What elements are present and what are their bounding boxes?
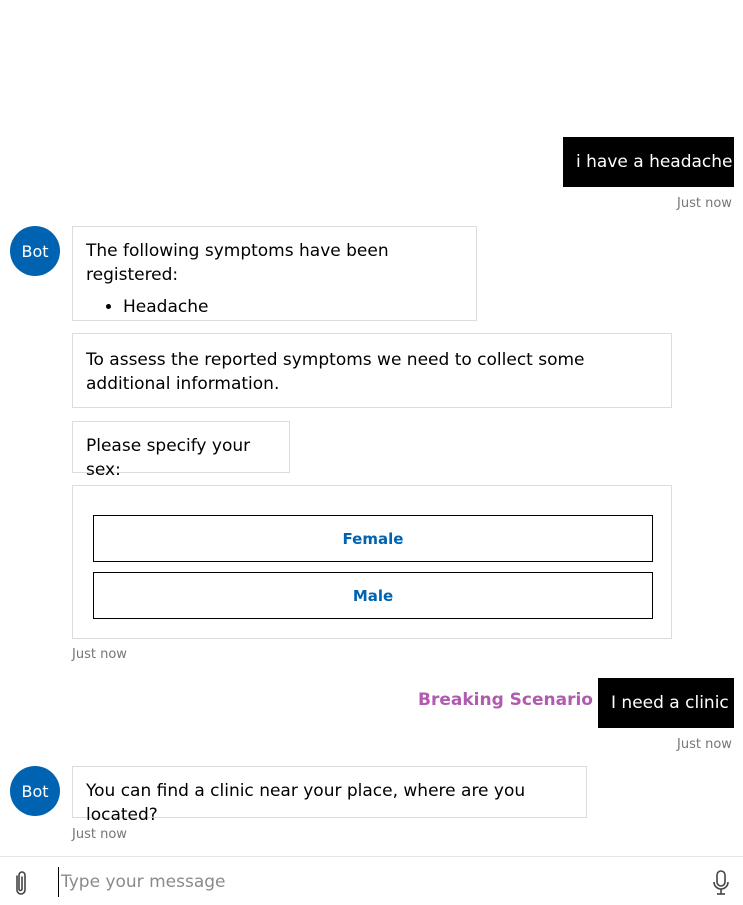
bot-message-text: The following symptoms have been registe… <box>86 241 389 285</box>
female-button-label: Female <box>342 529 404 548</box>
chat-window: i have a headache Just now Bot The follo… <box>0 0 743 905</box>
bot-message-text: To assess the reported symptoms we need … <box>86 350 585 394</box>
bot-avatar: Bot <box>10 766 60 816</box>
female-button[interactable]: Female <box>93 515 653 562</box>
bot-message-card: Please specify your sex: <box>72 421 290 480</box>
user-message-text: I need a clinic <box>611 692 729 713</box>
message-input[interactable] <box>58 867 681 897</box>
male-button-label: Male <box>352 586 394 605</box>
bot-message-card: To assess the reported symptoms we need … <box>72 333 672 408</box>
choice-card: Female Male <box>72 485 672 639</box>
user-message-text: i have a headache <box>576 151 733 172</box>
bot-message-card: The following symptoms have been registe… <box>72 226 477 321</box>
microphone-icon[interactable] <box>710 869 732 897</box>
message-timestamp: Just now <box>72 647 127 662</box>
message-timestamp: Just now <box>677 196 732 211</box>
bot-message-text: Please specify your sex: <box>86 436 251 480</box>
male-button[interactable]: Male <box>93 572 653 619</box>
bot-avatar-label: Bot <box>21 781 49 801</box>
bot-message-text: You can find a clinic near your place, w… <box>86 781 526 825</box>
message-timestamp: Just now <box>677 737 732 752</box>
user-message-bubble: i have a headache <box>563 137 734 187</box>
message-input-bar <box>0 856 743 905</box>
bot-avatar: Bot <box>10 226 60 276</box>
user-message-bubble: I need a clinic <box>598 678 734 728</box>
bot-avatar-label: Bot <box>21 241 49 261</box>
symptom-list: Headache <box>86 295 463 319</box>
bot-message-card: You can find a clinic near your place, w… <box>72 766 587 825</box>
message-timestamp: Just now <box>72 827 127 842</box>
breaking-scenario-label: Breaking Scenario <box>418 690 593 710</box>
symptom-list-item: Headache <box>123 295 463 319</box>
paperclip-icon[interactable] <box>10 869 32 897</box>
